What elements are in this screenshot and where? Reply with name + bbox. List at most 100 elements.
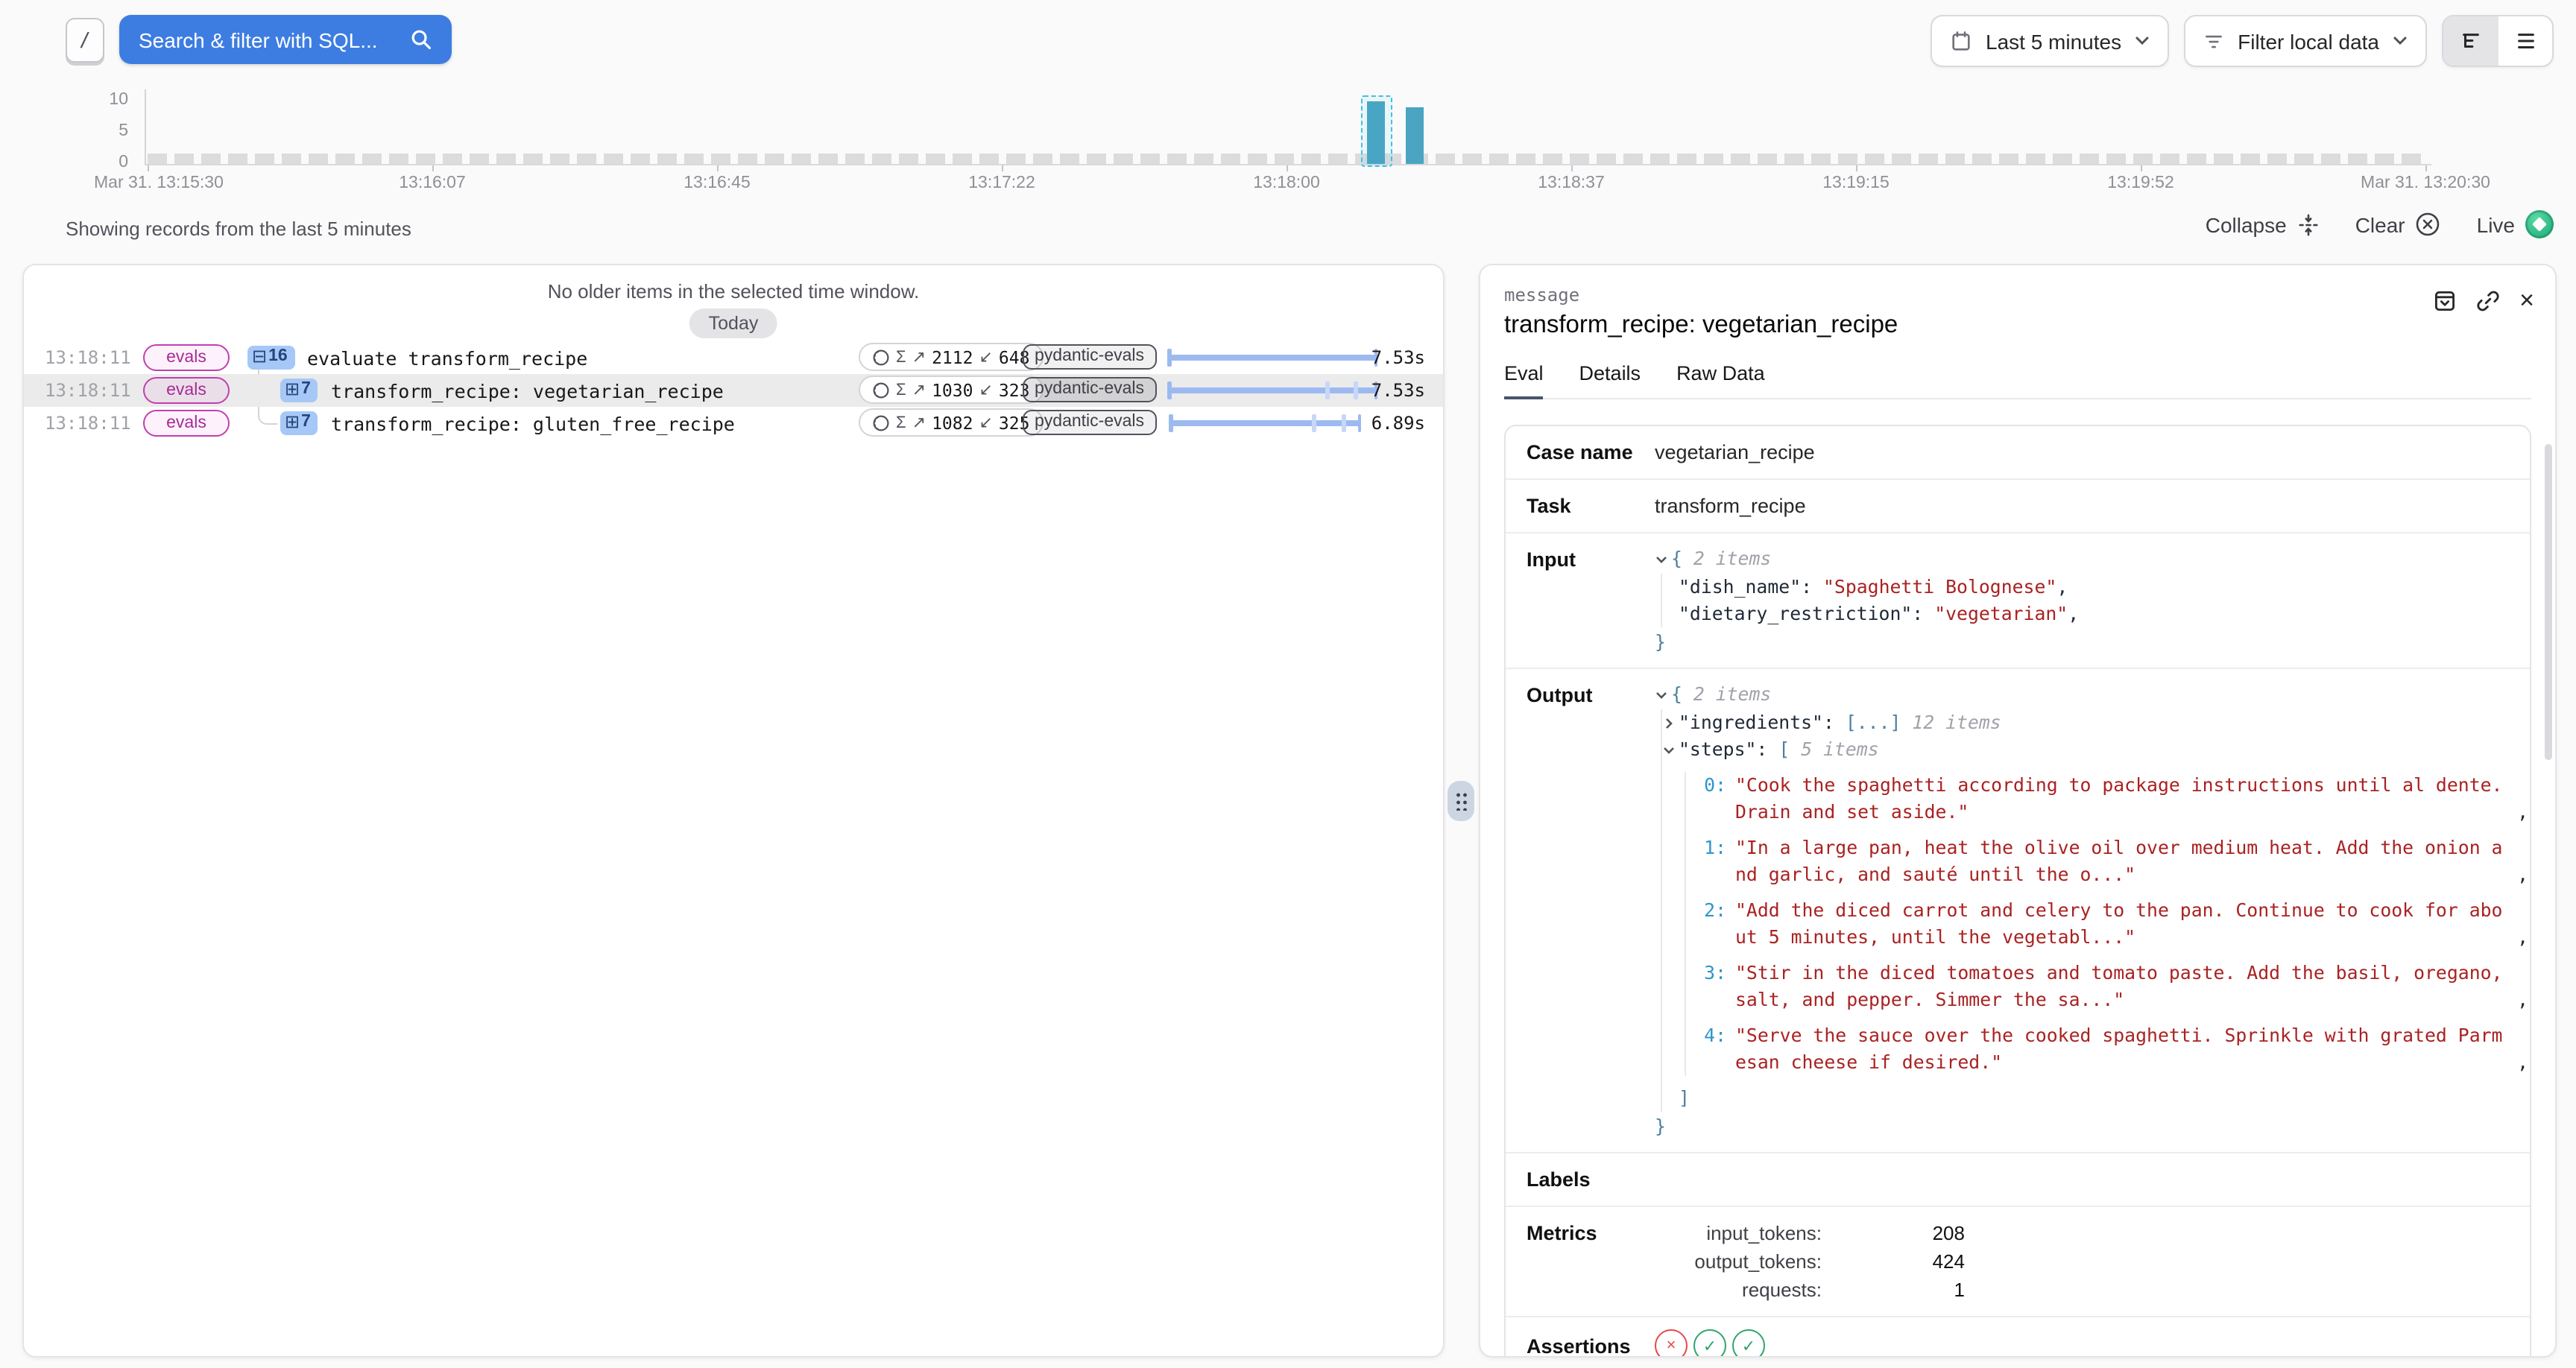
span-name[interactable]: transform_recipe: vegetarian_recipe [331, 380, 724, 402]
metrics-label: Metrics [1527, 1219, 1655, 1247]
tag-badge-evals[interactable]: evals [143, 344, 230, 371]
dock-panel-icon[interactable] [2433, 288, 2457, 312]
x-tick [717, 165, 719, 171]
search-icon [411, 28, 433, 51]
y-tick-label: 5 [89, 122, 128, 140]
y-tick-label: 10 [89, 91, 128, 109]
span-name[interactable]: transform_recipe: gluten_free_recipe [331, 413, 735, 435]
link-icon[interactable] [2476, 288, 2500, 312]
step-item: 0: "Cook the spaghetti according to pack… [1702, 772, 2531, 826]
trace-row-gluten-free[interactable]: 13:18:11 evals ⊞ 7 transform_recipe: glu… [24, 407, 1443, 440]
x-tick [432, 165, 434, 171]
filter-local-data-label: Filter local data [2238, 29, 2379, 53]
tab-eval[interactable]: Eval [1504, 362, 1544, 399]
steps-items: 0: "Cook the spaghetti according to pack… [1685, 772, 2531, 1076]
chevron-down-icon[interactable] [1655, 553, 1668, 566]
clear-button[interactable]: Clear [2355, 212, 2441, 237]
collapsed-array-preview[interactable]: [...] [1846, 709, 1901, 736]
time-range-dropdown[interactable]: Last 5 minutes [1931, 15, 2169, 67]
date-chip[interactable]: Today [689, 308, 778, 338]
selected-bin-outline[interactable] [1361, 95, 1392, 167]
labels-label: Labels [1527, 1165, 1655, 1194]
span-name[interactable]: evaluate transform_recipe [307, 347, 587, 370]
json-close-line: } [1655, 1113, 2531, 1140]
json-close-line: } [1655, 629, 2079, 656]
panel-scrollbar[interactable] [2545, 444, 2552, 760]
tree-view-button[interactable] [2443, 16, 2497, 66]
duration-bar-track [1136, 341, 1357, 374]
clear-label: Clear [2355, 212, 2405, 236]
close-icon[interactable]: × [2519, 288, 2534, 313]
expand-children-badge[interactable]: ⊞ 7 [280, 411, 318, 434]
case-name-row: Case name vegetarian_recipe [1506, 426, 2530, 480]
token-usage-pill: Σ ↗ 2112 ↙ 648 [859, 343, 1043, 371]
output-json-tree: { 2 items "ingredients": [...] 12 items [1655, 681, 2531, 1140]
app-window: / Search & filter with SQL... Last 5 min… [0, 0, 2576, 1368]
duration-text: 7.53s [1371, 347, 1425, 368]
assertion-pass-icon[interactable]: ✓ [1693, 1329, 1726, 1358]
json-children: "dish_name": "Spaghetti Bolognese", "die… [1661, 574, 2079, 627]
live-toggle[interactable]: Live [2477, 210, 2554, 238]
collapse-children-badge[interactable]: ⊟ 16 [247, 345, 295, 369]
chevron-down-icon[interactable] [1655, 688, 1668, 702]
tab-details[interactable]: Details [1579, 362, 1641, 398]
chevron-down-icon[interactable] [1662, 744, 1676, 757]
list-view-button[interactable] [2497, 16, 2552, 66]
view-mode-toggle [2442, 15, 2554, 67]
x-tick-label: 13:19:15 [1822, 174, 1890, 192]
input-json-tree: { 2 items "dish_name": "Spaghetti Bologn… [1655, 545, 2079, 656]
metric: requests:1 [1655, 1276, 1965, 1304]
tree-view-icon [2459, 30, 2481, 52]
collapse-button[interactable]: Collapse [2206, 212, 2320, 236]
trace-list-panel: No older items in the selected time wind… [22, 264, 1445, 1358]
input-token-count: 1030 [932, 379, 973, 400]
expand-children-badge[interactable]: ⊞ 7 [280, 378, 318, 402]
x-tick [1571, 165, 1573, 171]
assertion-pass-icon[interactable]: ✓ [1732, 1329, 1765, 1358]
duration-text: 6.89s [1371, 413, 1425, 434]
ingredients-line: "ingredients": [...] 12 items [1679, 709, 2531, 736]
sigma-icon: Σ [896, 348, 906, 366]
items-count: 2 items [1682, 545, 1771, 572]
panel-resize-handle[interactable] [1448, 781, 1474, 821]
search-button-label: Search & filter with SQL... [139, 28, 378, 51]
x-tick-label: 13:18:37 [1538, 174, 1605, 192]
record-title: transform_recipe: vegetarian_recipe [1504, 311, 2531, 340]
tab-raw-data[interactable]: Raw Data [1676, 362, 1765, 398]
duration-text: 7.53s [1371, 380, 1425, 401]
trace-row-evaluate[interactable]: 13:18:11 evals ⊟ 16 evaluate transform_r… [24, 341, 1443, 374]
x-tick [148, 165, 149, 171]
assertions-label: Assertions [1527, 1331, 1655, 1358]
expand-square-icon: ⊞ [285, 379, 300, 399]
search-button[interactable]: Search & filter with SQL... [119, 15, 452, 64]
tag-badge-evals[interactable]: evals [143, 377, 230, 404]
metric: output_tokens:424 [1655, 1247, 1965, 1276]
chevron-right-icon[interactable] [1662, 717, 1676, 730]
duration-bar [1167, 355, 1377, 361]
tag-badge-evals[interactable]: evals [143, 410, 230, 437]
trace-row-vegetarian[interactable]: 13:18:11 evals ⊞ 7 transform_recipe: veg… [24, 374, 1443, 407]
input-arrow-icon: ↗ [912, 413, 926, 432]
empty-bins-dashes [148, 153, 2428, 164]
x-tick-label: Mar 31. 13:15:30 [94, 174, 224, 192]
assertion-results: × ✓ ✓ [1655, 1329, 1771, 1358]
labels-row: Labels [1506, 1153, 2530, 1207]
x-tick [1287, 165, 1288, 171]
calendar-icon [1950, 30, 1972, 52]
steps-close-line: ] [1679, 1085, 2531, 1112]
empty-window-notice: No older items in the selected time wind… [24, 280, 1443, 303]
metrics-table: input_tokens:208 output_tokens:424 reque… [1655, 1219, 1965, 1304]
output-arrow-icon: ↙ [979, 413, 992, 432]
children-count: 7 [301, 411, 311, 432]
histogram-bar[interactable] [1406, 107, 1424, 164]
children-count: 16 [268, 346, 288, 367]
live-label: Live [2477, 212, 2515, 236]
filter-local-data-dropdown[interactable]: Filter local data [2184, 15, 2427, 67]
sigma-icon: Σ [896, 381, 906, 399]
step-item: 2: "Add the diced carrot and celery to t… [1702, 897, 2531, 951]
duration-bar-tick [1354, 381, 1357, 399]
sigma-icon: Σ [896, 414, 906, 431]
json-entry: "dietary_restriction": "vegetarian", [1679, 601, 2079, 627]
y-tick-label: 0 [89, 153, 128, 171]
assertion-fail-icon[interactable]: × [1655, 1329, 1688, 1358]
